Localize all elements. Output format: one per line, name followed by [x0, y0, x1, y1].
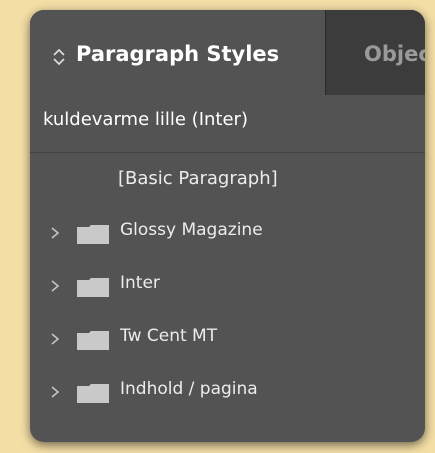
style-group-label: Tw Cent MT	[120, 326, 218, 346]
style-list: [Basic Paragraph] Glossy Magazine Inter	[30, 153, 425, 418]
list-item-basic-paragraph[interactable]: [Basic Paragraph]	[30, 153, 425, 206]
style-group-label: Inter	[120, 273, 160, 293]
style-group-inter[interactable]: Inter	[30, 259, 425, 312]
panel-collapse-arrows-icon[interactable]	[52, 46, 66, 68]
current-style-label: kuldevarme lille (Inter)	[43, 109, 248, 130]
style-group-tw-cent-mt[interactable]: Tw Cent MT	[30, 312, 425, 365]
folder-icon	[77, 331, 109, 350]
panel-tab-bar: Paragraph Styles Objec	[30, 10, 425, 95]
chevron-right-icon[interactable]	[50, 280, 60, 292]
current-style-indicator: kuldevarme lille (Inter)	[30, 95, 425, 153]
style-group-label: Indhold / pagina	[120, 379, 258, 399]
paragraph-styles-panel: Paragraph Styles Objec kuldevarme lille …	[30, 10, 425, 442]
style-group-label: Glossy Magazine	[120, 220, 263, 240]
chevron-right-icon[interactable]	[50, 386, 60, 398]
chevron-right-icon[interactable]	[50, 333, 60, 345]
tab-paragraph-styles-label: Paragraph Styles	[76, 42, 280, 66]
folder-icon	[77, 225, 109, 244]
tab-object-styles[interactable]: Objec	[364, 42, 425, 66]
style-group-glossy-magazine[interactable]: Glossy Magazine	[30, 206, 425, 259]
list-item-label: [Basic Paragraph]	[118, 168, 278, 189]
style-group-indhold-pagina[interactable]: Indhold / pagina	[30, 365, 425, 418]
chevron-right-icon[interactable]	[50, 227, 60, 239]
folder-icon	[77, 384, 109, 403]
folder-icon	[77, 278, 109, 297]
tab-paragraph-styles[interactable]: Paragraph Styles	[30, 10, 326, 95]
